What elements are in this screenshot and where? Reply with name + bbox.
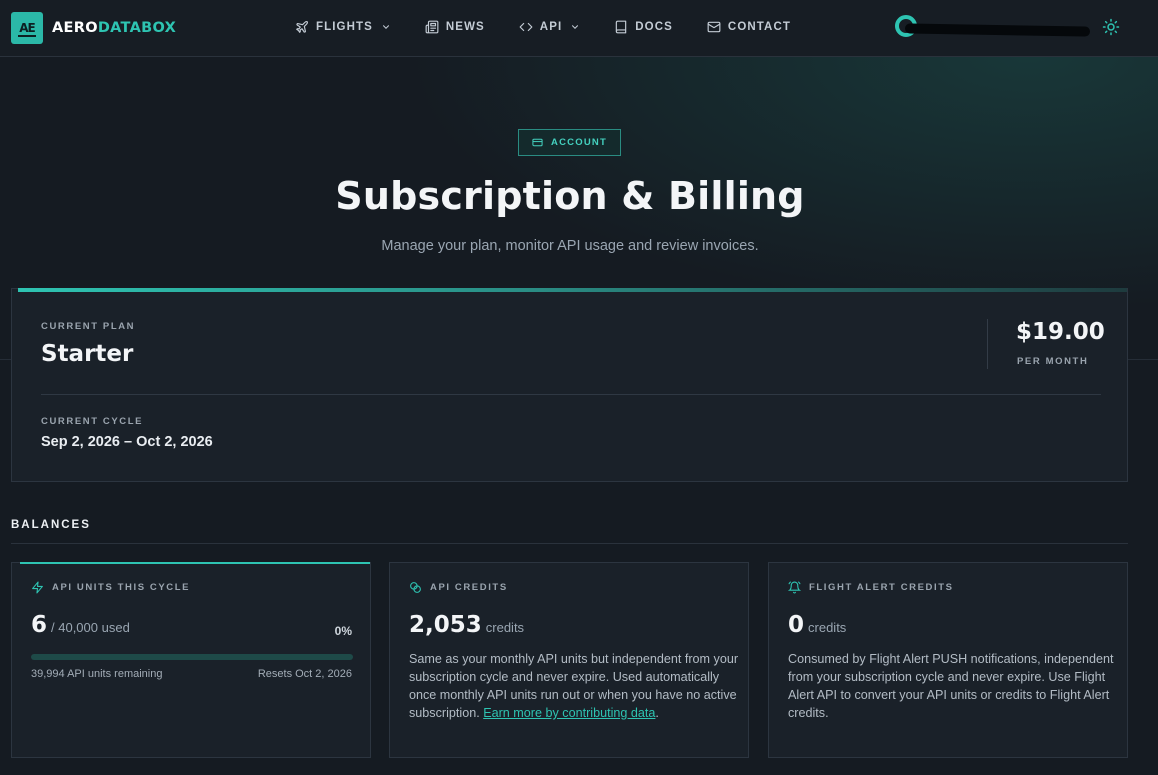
api-units-label: API UNITS THIS CYCLE — [52, 582, 191, 593]
nav-item-docs[interactable]: DOCS — [614, 20, 673, 34]
nav-item-contact[interactable]: CONTACT — [707, 20, 791, 34]
chevron-down-icon — [572, 25, 579, 29]
top-navbar: AE AERODATABOX FLIGHTS NEWS API DOCS CON… — [0, 0, 1158, 57]
code-icon — [519, 22, 533, 32]
nav-item-flights[interactable]: FLIGHTS — [295, 20, 391, 34]
api-credits-card: API CREDITS 2,053 credits Same as your m… — [389, 562, 749, 758]
bell-icon — [788, 581, 801, 594]
api-credits-header: API CREDITS — [409, 581, 508, 594]
brand-logo[interactable]: AE AERODATABOX — [11, 12, 176, 44]
badge-label: ACCOUNT — [551, 137, 607, 148]
api-credits-unit: credits — [485, 620, 525, 635]
api-units-remaining: 39,994 API units remaining — [31, 668, 163, 680]
balances-heading: BALANCES — [11, 519, 91, 531]
redacted-username — [904, 23, 1091, 37]
chevron-down-icon — [382, 25, 389, 29]
account-badge: ACCOUNT — [518, 129, 621, 156]
plane-icon — [296, 21, 308, 33]
lightning-icon — [32, 581, 43, 594]
api-units-usage: 6 / 40,000 used — [31, 612, 130, 638]
nav-item-api[interactable]: API — [519, 20, 580, 34]
sun-icon[interactable] — [1102, 18, 1120, 36]
current-plan-label: CURRENT PLAN — [41, 321, 136, 332]
nav-item-news[interactable]: NEWS — [425, 20, 485, 34]
api-credits-desc-end: . — [655, 706, 659, 720]
api-credits-balance: 2,053 credits — [409, 612, 524, 638]
brand-name-part-1: AERO — [52, 20, 98, 36]
price-divider — [987, 319, 988, 369]
book-icon — [616, 20, 627, 34]
flight-alert-header: FLIGHT ALERT CREDITS — [788, 581, 954, 594]
flight-alert-label: FLIGHT ALERT CREDITS — [809, 582, 954, 593]
page-subtitle: Manage your plan, monitor API usage and … — [381, 238, 759, 254]
plan-divider — [41, 394, 1101, 395]
flight-alert-credits-card: FLIGHT ALERT CREDITS 0 credits Consumed … — [768, 562, 1128, 758]
flight-alert-unit: credits — [808, 620, 847, 635]
nav-label-api: API — [539, 21, 563, 33]
nav-label-flights: FLIGHTS — [316, 21, 373, 33]
flight-alert-balance: 0 credits — [788, 612, 846, 638]
brand-name-part-2: DATABOX — [97, 20, 177, 36]
current-cycle-value: Sep 2, 2026 – Oct 2, 2026 — [41, 434, 213, 450]
coins-icon — [410, 582, 421, 593]
api-units-percent: 0% — [334, 624, 352, 638]
api-credits-value: 2,053 — [409, 612, 482, 638]
mail-icon — [707, 21, 721, 33]
api-units-header: API UNITS THIS CYCLE — [31, 581, 190, 594]
credit-card-icon — [532, 138, 543, 147]
flight-alert-description: Consumed by Flight Alert PUSH notificati… — [788, 652, 1114, 720]
plan-name: Starter — [41, 341, 134, 367]
nav-label-news: NEWS — [445, 21, 485, 33]
nav-label-docs: DOCS — [635, 21, 673, 33]
price-period: PER MONTH — [1017, 356, 1089, 367]
api-units-used: 6 — [31, 612, 48, 638]
api-units-card: API UNITS THIS CYCLE 6 / 40,000 used 0% … — [11, 562, 371, 758]
brand-name: AERODATABOX — [52, 20, 176, 36]
main-nav: FLIGHTS NEWS API DOCS CONTACT — [295, 20, 825, 34]
api-credits-label: API CREDITS — [430, 582, 508, 593]
current-cycle-label: CURRENT CYCLE — [41, 416, 144, 427]
api-credits-description: Same as your monthly API units but indep… — [409, 650, 739, 722]
user-menu[interactable] — [893, 15, 1093, 39]
api-units-total: / 40,000 used — [51, 620, 130, 635]
logo-mark-icon: AE — [11, 12, 43, 44]
flight-alert-value: 0 — [788, 612, 805, 638]
usage-progress-bar — [31, 654, 353, 660]
earn-more-link[interactable]: Earn more by contributing data — [483, 706, 655, 720]
balances-divider — [11, 543, 1128, 544]
current-plan-card: CURRENT PLAN Starter $19.00 PER MONTH CU… — [11, 288, 1128, 482]
page-title: Subscription & Billing — [335, 174, 805, 218]
api-units-reset-date: Resets Oct 2, 2026 — [257, 668, 352, 680]
nav-label-contact: CONTACT — [727, 21, 791, 33]
newspaper-icon — [425, 20, 439, 34]
plan-price: $19.00 — [1016, 319, 1105, 345]
